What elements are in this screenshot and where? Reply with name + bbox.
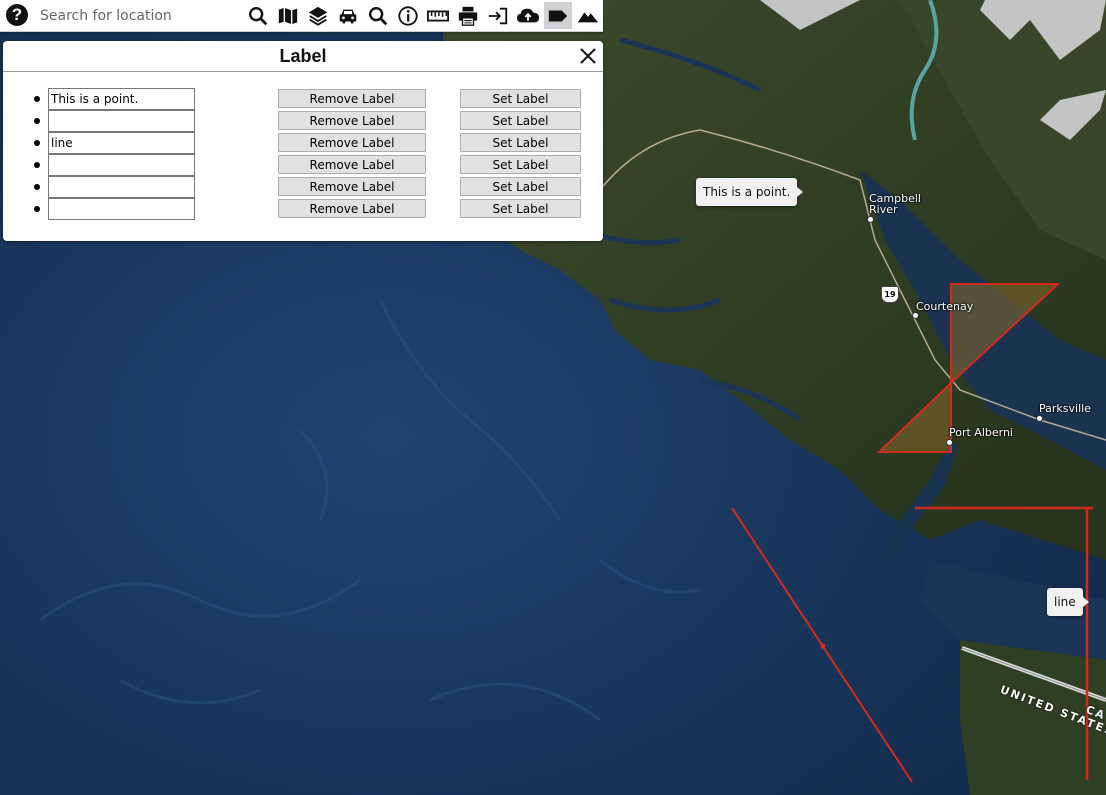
layers-button[interactable] xyxy=(304,2,332,29)
bullet xyxy=(34,96,40,102)
close-icon xyxy=(580,48,596,64)
label-input-1[interactable] xyxy=(48,88,195,110)
print-button[interactable] xyxy=(454,2,482,29)
set-label-button-4[interactable]: Set Label xyxy=(460,155,581,174)
search-button[interactable] xyxy=(244,2,272,29)
place-dot-parksville xyxy=(1036,415,1043,422)
zoom-search-icon xyxy=(369,6,388,25)
remove-label-button-3[interactable]: Remove Label xyxy=(278,133,426,152)
label-row: Remove Label Set Label xyxy=(3,88,603,110)
upload-button[interactable] xyxy=(514,2,542,29)
identify-button[interactable] xyxy=(394,2,422,29)
label-input-5[interactable] xyxy=(48,176,195,198)
label-row: Remove Label Set Label xyxy=(3,154,603,176)
label-row: Remove Label Set Label xyxy=(3,198,603,220)
dialog-title: Label xyxy=(279,46,327,66)
place-dot-port-alberni xyxy=(946,439,953,446)
bullet xyxy=(34,118,40,124)
set-label-button-1[interactable]: Set Label xyxy=(460,89,581,108)
place-label-courtenay: Courtenay xyxy=(916,300,974,313)
bullet xyxy=(34,162,40,168)
find-button[interactable] xyxy=(364,2,392,29)
dialog-divider xyxy=(3,71,603,72)
print-icon xyxy=(458,6,478,26)
dialog-close-button[interactable] xyxy=(578,46,598,66)
map-label-line: line xyxy=(1047,588,1089,616)
map-label-point: This is a point. xyxy=(696,178,804,206)
label-row: Remove Label Set Label xyxy=(3,176,603,198)
info-icon xyxy=(398,5,418,26)
remove-label-button-6[interactable]: Remove Label xyxy=(278,199,426,218)
help-button[interactable]: ? xyxy=(6,4,28,26)
car-icon xyxy=(339,9,357,23)
ruler-icon xyxy=(427,10,449,21)
measure-button[interactable] xyxy=(424,2,452,29)
export-button[interactable] xyxy=(484,2,512,29)
remove-label-button-5[interactable]: Remove Label xyxy=(278,177,426,196)
place-label-parksville: Parksville xyxy=(1039,402,1091,415)
export-icon xyxy=(488,7,508,24)
label-dialog: Label Remove Label Set Label Remove Labe… xyxy=(3,41,603,241)
highway-shield: 19 xyxy=(881,286,899,303)
bullet xyxy=(34,206,40,212)
terrain-button[interactable] xyxy=(574,2,602,29)
remove-label-button-2[interactable]: Remove Label xyxy=(278,111,426,130)
bullet xyxy=(34,184,40,190)
label-button[interactable] xyxy=(544,2,572,29)
search-icon xyxy=(249,6,268,25)
set-label-button-3[interactable]: Set Label xyxy=(460,133,581,152)
label-input-4[interactable] xyxy=(48,154,195,176)
label-input-2[interactable] xyxy=(48,110,195,132)
cloud-upload-icon xyxy=(517,8,539,22)
place-label-campbell-river: Campbell River xyxy=(869,192,921,216)
place-dot-campbell-river xyxy=(867,216,874,223)
label-icon xyxy=(548,10,568,21)
bullet xyxy=(34,140,40,146)
place-dot-courtenay xyxy=(912,312,919,319)
label-row: Remove Label Set Label xyxy=(3,132,603,154)
basemap-button[interactable] xyxy=(274,2,302,29)
remove-label-button-1[interactable]: Remove Label xyxy=(278,89,426,108)
search-input[interactable] xyxy=(34,3,246,28)
label-row: Remove Label Set Label xyxy=(3,110,603,132)
layers-icon xyxy=(308,6,328,26)
top-toolbar: ? xyxy=(0,0,603,32)
map-icon xyxy=(278,7,298,24)
label-input-6[interactable] xyxy=(48,198,195,220)
set-label-button-2[interactable]: Set Label xyxy=(460,111,581,130)
set-label-button-6[interactable]: Set Label xyxy=(460,199,581,218)
directions-button[interactable] xyxy=(334,2,362,29)
set-label-button-5[interactable]: Set Label xyxy=(460,177,581,196)
place-label-port-alberni: Port Alberni xyxy=(949,426,1013,439)
mountain-icon xyxy=(577,11,599,22)
remove-label-button-4[interactable]: Remove Label xyxy=(278,155,426,174)
label-input-3[interactable] xyxy=(48,132,195,154)
